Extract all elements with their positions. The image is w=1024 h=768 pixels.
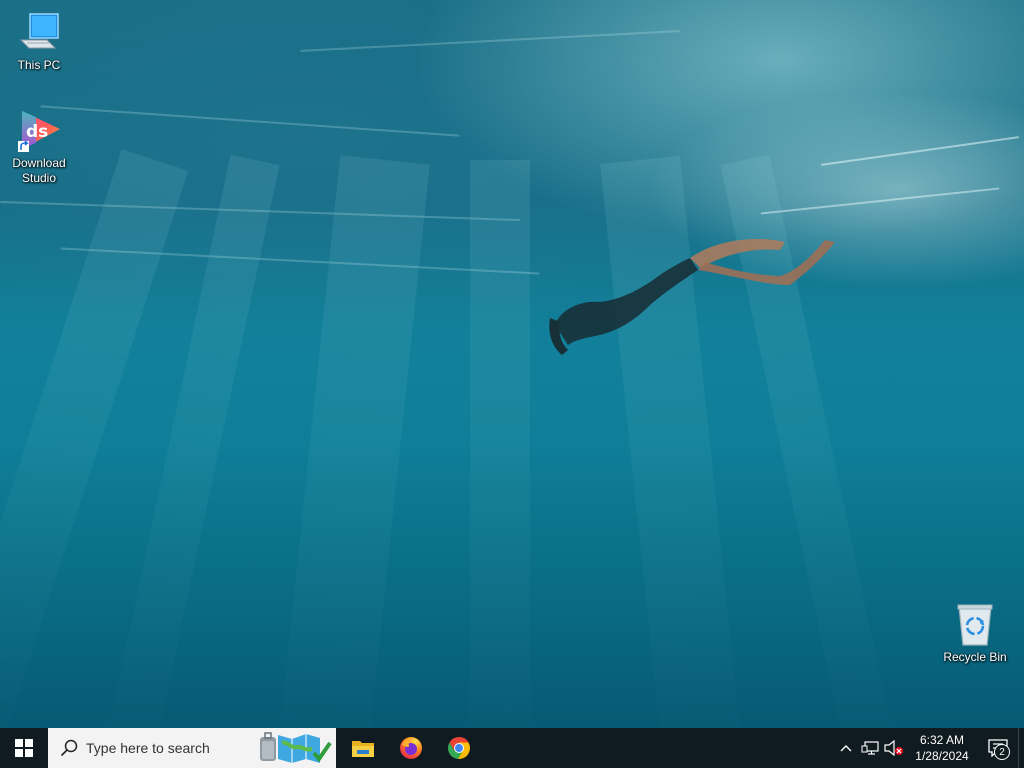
- taskbar: 6:32 AM 1/28/2024 2: [0, 728, 1024, 768]
- chevron-up-icon: [840, 745, 852, 752]
- volume-button[interactable]: [882, 728, 906, 768]
- show-hidden-icons-button[interactable]: [834, 728, 858, 768]
- network-icon: [861, 741, 879, 755]
- svg-text:ds: ds: [26, 122, 48, 142]
- action-center-button[interactable]: 2: [978, 728, 1018, 768]
- file-explorer-icon: [352, 741, 374, 757]
- taskbar-file-explorer[interactable]: [339, 728, 387, 768]
- desktop-icon-label: Recycle Bin: [943, 650, 1007, 664]
- windows-logo-icon: [15, 739, 33, 757]
- search-input[interactable]: [86, 740, 256, 756]
- clock[interactable]: 6:32 AM 1/28/2024: [906, 728, 978, 768]
- notification-count-badge: 2: [994, 744, 1010, 760]
- system-tray: 6:32 AM 1/28/2024 2: [834, 728, 1024, 768]
- start-button[interactable]: [0, 728, 48, 768]
- desktop-icon-label: This PC: [17, 58, 61, 72]
- taskbar-search-box[interactable]: [48, 728, 336, 768]
- taskbar-chrome[interactable]: [435, 728, 483, 768]
- desktop-icon-recycle-bin[interactable]: Recycle Bin: [938, 600, 1012, 665]
- desktop-icon-this-pc[interactable]: This PC: [2, 8, 76, 73]
- clock-time: 6:32 AM: [919, 733, 965, 747]
- volume-muted-icon: [884, 740, 903, 756]
- clock-date: 1/28/2024: [915, 749, 969, 763]
- download-studio-icon: ds: [15, 106, 63, 154]
- network-button[interactable]: [858, 728, 882, 768]
- this-pc-icon: [15, 8, 63, 56]
- search-highlight-travel-icon: [260, 732, 332, 763]
- recycle-bin-icon: [951, 600, 999, 648]
- chrome-icon: [447, 737, 471, 760]
- firefox-icon: [400, 737, 422, 759]
- taskbar-firefox[interactable]: [387, 728, 435, 768]
- desktop-icon-label: Download Studio: [12, 156, 66, 185]
- show-desktop-button[interactable]: [1018, 728, 1024, 768]
- diver-silhouette: [549, 238, 835, 355]
- search-icon: [60, 739, 78, 757]
- desktop-icon-download-studio[interactable]: ds Download Studio: [2, 106, 76, 186]
- desktop-wallpaper: [0, 0, 1024, 728]
